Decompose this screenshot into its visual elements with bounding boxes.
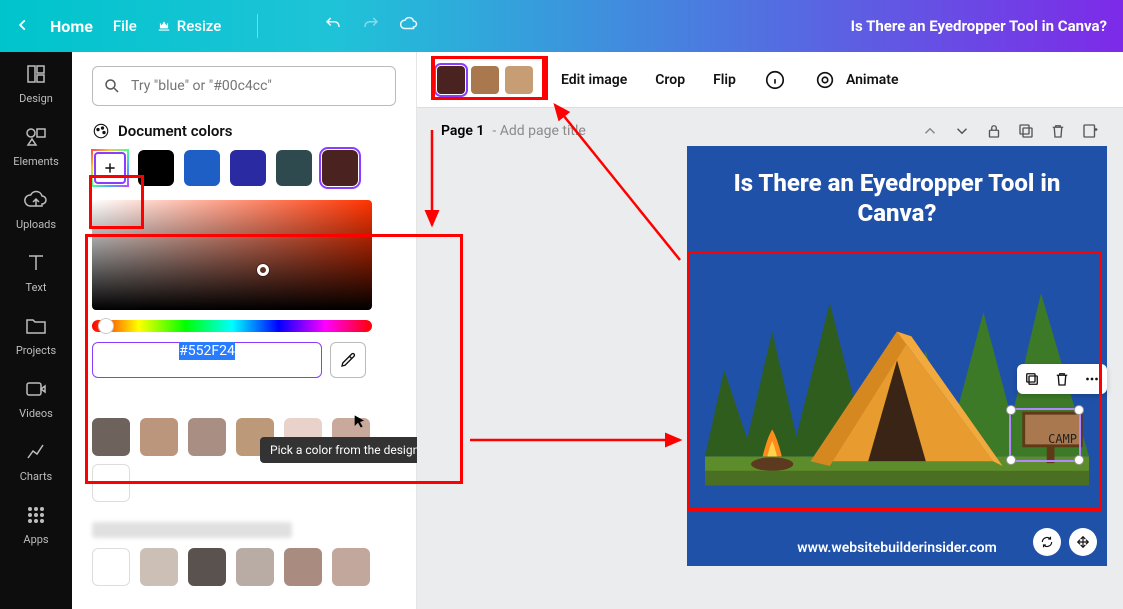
redo-icon[interactable] bbox=[362, 15, 380, 37]
animate-icon[interactable] bbox=[814, 69, 836, 91]
uploads-icon bbox=[24, 188, 48, 212]
swatch[interactable] bbox=[140, 548, 178, 586]
swatch[interactable] bbox=[188, 548, 226, 586]
selection-box[interactable] bbox=[1009, 408, 1081, 462]
canvas-url: www.websitebuilderinsider.com bbox=[797, 540, 996, 556]
videos-icon bbox=[24, 377, 48, 401]
edit-image-button[interactable]: Edit image bbox=[561, 72, 627, 88]
back-icon[interactable] bbox=[16, 17, 30, 36]
design-canvas[interactable]: Is There an Eyedropper Tool in Canva? bbox=[687, 146, 1107, 566]
swatch-brown[interactable] bbox=[322, 150, 358, 186]
bottom-row bbox=[92, 548, 396, 586]
tb-swatch-1[interactable] bbox=[437, 66, 465, 94]
palette-icon bbox=[92, 122, 110, 140]
rail-videos[interactable]: Videos bbox=[19, 377, 53, 420]
duplicate-icon[interactable] bbox=[1017, 122, 1035, 140]
elements-icon bbox=[24, 125, 48, 149]
blurred-section-title bbox=[92, 522, 292, 538]
swatch-blue[interactable] bbox=[184, 150, 220, 186]
apps-icon bbox=[24, 503, 48, 527]
resize-menu[interactable]: Resize bbox=[157, 17, 221, 35]
swatch[interactable] bbox=[332, 548, 370, 586]
search-icon bbox=[103, 77, 121, 95]
eyedropper-tooltip: Pick a color from the design bbox=[260, 437, 429, 463]
file-menu[interactable]: File bbox=[113, 17, 137, 35]
top-bar: Home File Resize Is There an Eyedropper … bbox=[0, 0, 1123, 52]
swatch-white[interactable] bbox=[92, 464, 130, 502]
crown-icon bbox=[157, 19, 171, 33]
hue-slider[interactable] bbox=[92, 320, 372, 332]
info-icon[interactable] bbox=[764, 69, 786, 91]
flip-button[interactable]: Flip bbox=[713, 72, 736, 88]
text-icon bbox=[24, 251, 48, 275]
swatch[interactable] bbox=[284, 548, 322, 586]
animate-button[interactable]: Animate bbox=[846, 72, 899, 88]
tb-swatch-2[interactable] bbox=[471, 66, 499, 94]
move-icon[interactable] bbox=[1069, 528, 1097, 556]
tb-swatch-3[interactable] bbox=[505, 66, 533, 94]
add-page-icon[interactable] bbox=[1081, 122, 1099, 140]
floating-toolbar bbox=[1017, 364, 1107, 394]
chevron-up-icon[interactable] bbox=[921, 122, 939, 140]
doc-colors-title: Document colors bbox=[92, 122, 396, 140]
document-title[interactable]: Is There an Eyedropper Tool in Canva? bbox=[851, 17, 1107, 35]
home-link[interactable]: Home bbox=[50, 17, 93, 36]
lock-icon[interactable] bbox=[985, 122, 1003, 140]
chevron-down-icon[interactable] bbox=[953, 122, 971, 140]
crop-button[interactable]: Crop bbox=[655, 72, 685, 88]
toolbar-swatches bbox=[437, 66, 533, 94]
rail-charts[interactable]: Charts bbox=[20, 440, 52, 483]
copy-icon[interactable] bbox=[1023, 370, 1041, 388]
design-icon bbox=[24, 62, 48, 86]
rail-projects[interactable]: Projects bbox=[16, 314, 56, 357]
color-picker: #552F24 Pick a color from the design bbox=[92, 200, 396, 378]
divider bbox=[257, 14, 258, 38]
eyedropper-button[interactable] bbox=[330, 342, 366, 378]
page-label: Page 1 bbox=[441, 123, 484, 139]
swatch[interactable] bbox=[92, 418, 130, 456]
more-icon[interactable] bbox=[1083, 370, 1101, 388]
rail-design[interactable]: Design bbox=[19, 62, 53, 105]
color-search[interactable] bbox=[92, 66, 396, 106]
sync-icon[interactable] bbox=[1033, 528, 1061, 556]
hue-thumb[interactable] bbox=[98, 318, 114, 334]
page-header: Page 1 - Add page title bbox=[417, 108, 1123, 148]
rail-text[interactable]: Text bbox=[24, 251, 48, 294]
cursor-icon bbox=[352, 414, 368, 434]
swatch-teal[interactable] bbox=[276, 150, 312, 186]
rail-elements[interactable]: Elements bbox=[13, 125, 59, 168]
add-color-button[interactable] bbox=[92, 150, 128, 186]
projects-icon bbox=[24, 314, 48, 338]
hex-input[interactable]: #552F24 bbox=[92, 342, 322, 378]
rail-uploads[interactable]: Uploads bbox=[16, 188, 56, 231]
swatch[interactable] bbox=[140, 418, 178, 456]
color-search-input[interactable] bbox=[131, 78, 385, 94]
sv-cursor[interactable] bbox=[257, 264, 269, 276]
eyedropper-icon bbox=[339, 351, 357, 369]
delete-icon[interactable] bbox=[1053, 370, 1071, 388]
sv-gradient[interactable] bbox=[92, 200, 372, 310]
context-toolbar: Edit image Crop Flip Animate bbox=[417, 52, 1123, 108]
rail-apps[interactable]: Apps bbox=[23, 503, 48, 546]
swatch[interactable] bbox=[92, 548, 130, 586]
trash-icon[interactable] bbox=[1049, 122, 1067, 140]
swatch-indigo[interactable] bbox=[230, 150, 266, 186]
swatch[interactable] bbox=[236, 548, 274, 586]
swatch-black[interactable] bbox=[138, 150, 174, 186]
doc-colors-row bbox=[92, 150, 396, 186]
color-panel: Document colors #552F24 bbox=[72, 52, 417, 609]
swatch[interactable] bbox=[188, 418, 226, 456]
undo-icon[interactable] bbox=[324, 15, 342, 37]
page-title-placeholder[interactable]: - Add page title bbox=[492, 123, 585, 139]
cloud-icon[interactable] bbox=[400, 15, 418, 37]
charts-icon bbox=[24, 440, 48, 464]
canvas-heading: Is There an Eyedropper Tool in Canva? bbox=[705, 168, 1089, 228]
canvas-area: Edit image Crop Flip Animate Page 1 - Ad… bbox=[417, 52, 1123, 609]
side-rail: Design Elements Uploads Text Projects Vi… bbox=[0, 52, 72, 609]
